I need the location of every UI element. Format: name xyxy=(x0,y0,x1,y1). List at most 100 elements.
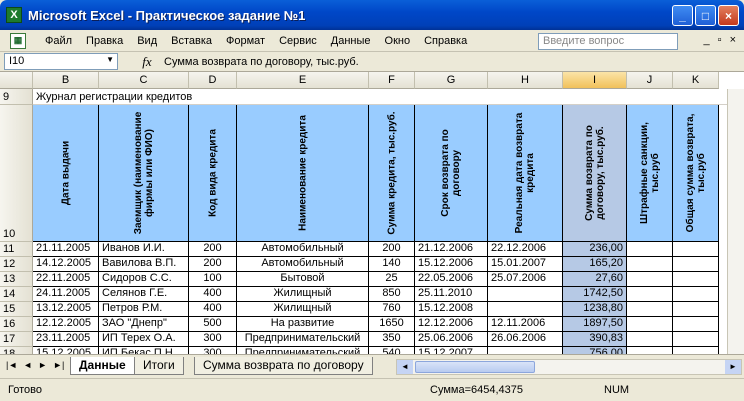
cell-total-return[interactable] xyxy=(673,332,719,347)
cell-due-date[interactable]: 25.06.2006 xyxy=(415,332,488,347)
cell-borrower[interactable]: Петров Р.М. xyxy=(99,302,189,317)
cell-issue-date[interactable]: 21.11.2005 xyxy=(33,242,99,257)
menu-window[interactable]: Окно xyxy=(378,35,418,47)
menu-help[interactable]: Справка xyxy=(417,35,474,47)
column-header[interactable]: K xyxy=(673,72,719,89)
column-header[interactable]: H xyxy=(488,72,563,89)
header-cell-credit-code[interactable]: Код вида кредита xyxy=(189,105,237,242)
header-cell-total-return[interactable]: Общая сумма возврата, тыс.руб xyxy=(673,105,719,242)
cell-borrower[interactable]: Иванов И.И. xyxy=(99,242,189,257)
cell-credit-sum[interactable]: 25 xyxy=(369,272,415,287)
cell-return-sum[interactable]: 27,60 xyxy=(563,272,627,287)
header-cell-borrower[interactable]: Заемщик (наименование фирмы или ФИО) xyxy=(99,105,189,242)
help-search-input[interactable]: Введите вопрос xyxy=(538,33,678,50)
cell-due-date[interactable]: 25.11.2010 xyxy=(415,287,488,302)
cell-credit-sum[interactable]: 350 xyxy=(369,332,415,347)
menu-insert[interactable]: Вставка xyxy=(164,35,219,47)
last-sheet-icon[interactable]: ►| xyxy=(53,360,64,370)
first-sheet-icon[interactable]: |◄ xyxy=(6,360,17,370)
vertical-scrollbar[interactable] xyxy=(727,89,744,354)
formula-input[interactable]: Сумма возврата по договору, тыс.руб. xyxy=(164,56,359,68)
cell-return-sum[interactable]: 165,20 xyxy=(563,257,627,272)
cell-real-return-date[interactable]: 25.07.2006 xyxy=(488,272,563,287)
cell-due-date[interactable]: 21.12.2006 xyxy=(415,242,488,257)
cell-total-return[interactable] xyxy=(673,347,719,354)
cell-due-date[interactable]: 15.12.2007 xyxy=(415,347,488,354)
cell-issue-date[interactable]: 14.12.2005 xyxy=(33,257,99,272)
menu-format[interactable]: Формат xyxy=(219,35,272,47)
cell-credit-sum[interactable]: 850 xyxy=(369,287,415,302)
cell-penalty[interactable] xyxy=(627,302,673,317)
cell-return-sum[interactable]: 1742,50 xyxy=(563,287,627,302)
column-header[interactable]: G xyxy=(415,72,488,89)
column-header[interactable]: D xyxy=(189,72,237,89)
cell-penalty[interactable] xyxy=(627,347,673,354)
cell-issue-date[interactable]: 22.11.2005 xyxy=(33,272,99,287)
doc-restore-icon[interactable]: ▫ xyxy=(718,34,722,46)
cell-credit-code[interactable]: 500 xyxy=(189,317,237,332)
maximize-icon[interactable]: □ xyxy=(695,5,716,26)
cell-real-return-date[interactable] xyxy=(488,287,563,302)
cell-issue-date[interactable]: 24.11.2005 xyxy=(33,287,99,302)
cell-penalty[interactable] xyxy=(627,257,673,272)
cell-total-return[interactable] xyxy=(673,257,719,272)
cell-due-date[interactable]: 22.05.2006 xyxy=(415,272,488,287)
cell-penalty[interactable] xyxy=(627,332,673,347)
cell-credit-name[interactable]: Жилищный xyxy=(237,287,369,302)
cell-penalty[interactable] xyxy=(627,287,673,302)
header-cell-issue-date[interactable]: Дата выдачи xyxy=(33,105,99,242)
cell-credit-sum[interactable]: 140 xyxy=(369,257,415,272)
cell-due-date[interactable]: 15.12.2006 xyxy=(415,257,488,272)
cell-credit-name[interactable]: Жилищный xyxy=(237,302,369,317)
select-all-corner[interactable] xyxy=(0,72,33,89)
row-header[interactable]: 15 xyxy=(0,302,33,317)
close-icon[interactable]: × xyxy=(718,5,739,26)
column-header[interactable]: I xyxy=(563,72,627,89)
cell-return-sum[interactable]: 236,00 xyxy=(563,242,627,257)
cell-total-return[interactable] xyxy=(673,287,719,302)
cell-credit-name[interactable]: Бытовой xyxy=(237,272,369,287)
cell-credit-name[interactable]: На развитие xyxy=(237,317,369,332)
doc-close-icon[interactable]: × xyxy=(730,34,736,46)
cell-credit-sum[interactable]: 540 xyxy=(369,347,415,354)
cell-return-sum[interactable]: 1897,50 xyxy=(563,317,627,332)
cell-real-return-date[interactable]: 12.11.2006 xyxy=(488,317,563,332)
cell-issue-date[interactable]: 13.12.2005 xyxy=(33,302,99,317)
cell-borrower[interactable]: ЗАО "Днепр" xyxy=(99,317,189,332)
doc-minimize-icon[interactable]: _ xyxy=(704,34,710,46)
cell-credit-code[interactable]: 100 xyxy=(189,272,237,287)
cell-credit-code[interactable]: 300 xyxy=(189,332,237,347)
row-header[interactable]: 11 xyxy=(0,242,33,257)
cell-credit-code[interactable]: 300 xyxy=(189,347,237,354)
cell-credit-sum[interactable]: 1650 xyxy=(369,317,415,332)
cell-return-sum[interactable]: 756,00 xyxy=(563,347,627,354)
cell-total-return[interactable] xyxy=(673,317,719,332)
tab-sheet-return-sum[interactable]: Сумма возврата по договору xyxy=(194,357,373,375)
cell-issue-date[interactable]: 23.11.2005 xyxy=(33,332,99,347)
cell-real-return-date[interactable]: 26.06.2006 xyxy=(488,332,563,347)
cell-credit-code[interactable]: 400 xyxy=(189,287,237,302)
excel-app-icon[interactable]: X xyxy=(6,7,22,23)
name-box[interactable]: I10 ▼ xyxy=(4,53,118,70)
header-cell-penalty[interactable]: Штрафные санкции, тыс.руб xyxy=(627,105,673,242)
header-cell-return-sum[interactable]: Сумма возврата по договору, тыс.руб. xyxy=(563,105,627,242)
cell-real-return-date[interactable] xyxy=(488,347,563,354)
scroll-left-icon[interactable]: ◄ xyxy=(397,360,413,374)
workbook-icon[interactable]: ▦ xyxy=(10,32,26,49)
cell-borrower[interactable]: Сидоров С.С. xyxy=(99,272,189,287)
sheet-title[interactable]: Журнал регистрации кредитов xyxy=(33,89,743,105)
row-header[interactable]: 17 xyxy=(0,332,33,347)
cell-real-return-date[interactable] xyxy=(488,302,563,317)
function-icon[interactable]: fx xyxy=(134,54,160,70)
row-header[interactable]: 13 xyxy=(0,272,33,287)
row-header[interactable]: 16 xyxy=(0,317,33,332)
cell-borrower[interactable]: Селянов Г.Е. xyxy=(99,287,189,302)
cell-real-return-date[interactable]: 22.12.2006 xyxy=(488,242,563,257)
column-header[interactable]: B xyxy=(33,72,99,89)
cell-credit-code[interactable]: 200 xyxy=(189,257,237,272)
cell-penalty[interactable] xyxy=(627,317,673,332)
menu-data[interactable]: Данные xyxy=(324,35,378,47)
spreadsheet-grid[interactable]: B C D E F G H I J K 9 Журнал регистрации кредитов 10… xyxy=(0,72,744,354)
column-header[interactable]: F xyxy=(369,72,415,89)
row-header[interactable]: 14 xyxy=(0,287,33,302)
